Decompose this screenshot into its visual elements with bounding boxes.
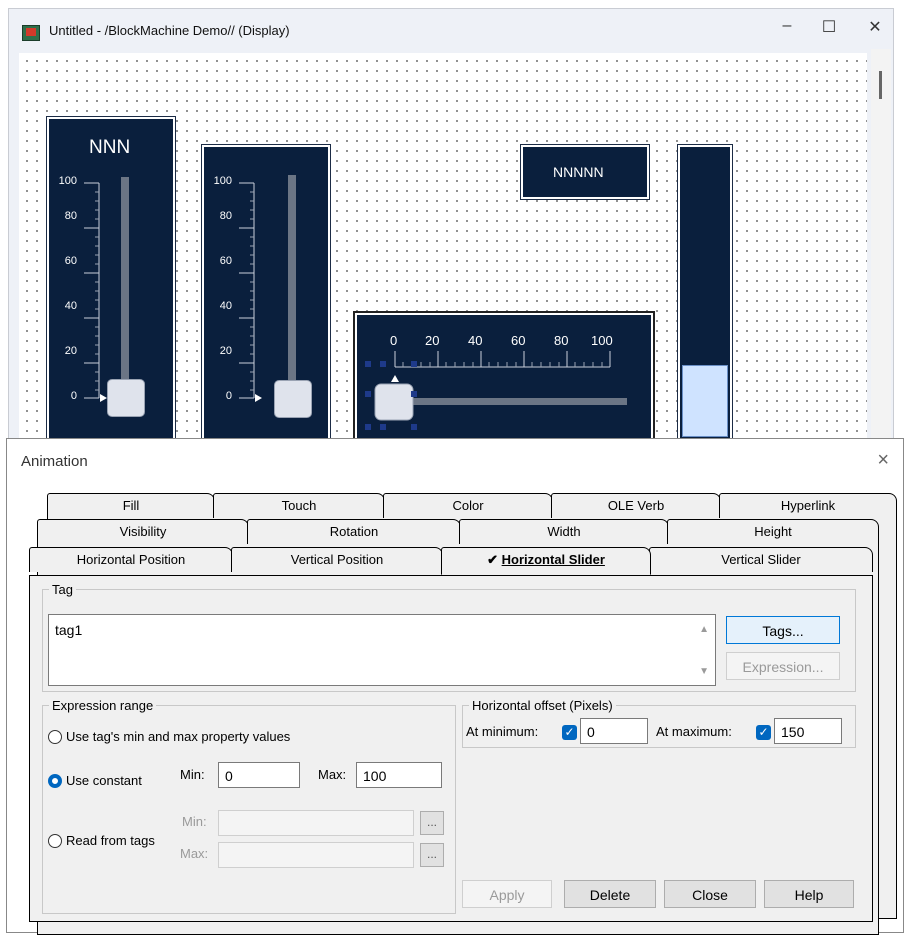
expression-button[interactable]: Expression... [726, 652, 840, 680]
tags-button[interactable]: Tags... [726, 616, 840, 644]
tick-label: 20 [219, 345, 232, 357]
app-icon [22, 25, 40, 41]
at-minimum-label: At minimum: [466, 724, 539, 739]
tick-label: 80 [64, 210, 77, 222]
at-minimum-checkbox[interactable]: ✓ [562, 725, 577, 740]
vertical-slider-2[interactable]: 100 80 60 40 20 0 [201, 144, 331, 444]
dialog-title: Animation [21, 453, 88, 470]
window-title-bar: Untitled - /BlockMachine Demo// (Display… [9, 9, 893, 43]
tags-min-label: Min: [182, 814, 207, 829]
tab-vertical-position[interactable]: Vertical Position [231, 547, 443, 572]
slider-1-track [121, 177, 129, 403]
horizontal-slider[interactable]: 0 20 40 60 80 100 [353, 311, 655, 445]
tick-label: 40 [219, 300, 232, 312]
numeric-display[interactable]: NNNNN [520, 144, 650, 200]
tab-height[interactable]: Height [667, 519, 879, 544]
selected-check-icon: ✔ [487, 552, 498, 567]
display-window: Untitled - /BlockMachine Demo// (Display… [8, 8, 894, 445]
radio-read-from-tags[interactable] [48, 834, 62, 848]
tab-rotation[interactable]: Rotation [247, 519, 461, 544]
constant-min-input[interactable]: 0 [218, 762, 300, 788]
tick-label: 100 [58, 175, 77, 187]
slider-1-label: NNN [89, 137, 131, 158]
tick-label: 60 [64, 255, 77, 267]
tick-label: 0 [225, 390, 232, 402]
tick-label: 20 [64, 345, 77, 357]
window-title: Untitled - /BlockMachine Demo// (Display… [49, 23, 290, 38]
radio-use-property-values[interactable] [48, 730, 62, 744]
at-maximum-checkbox[interactable]: ✓ [756, 725, 771, 740]
tick-label: 40 [64, 300, 77, 312]
expression-range-legend: Expression range [52, 698, 154, 713]
tag-expression-input[interactable]: tag1 ▲ ▼ [48, 614, 716, 686]
constant-max-input[interactable]: 100 [356, 762, 442, 788]
bar-graph-fill [682, 365, 728, 437]
at-minimum-input[interactable]: 0 [580, 718, 648, 744]
dialog-close-button[interactable]: × [877, 449, 889, 472]
delete-button[interactable]: Delete [564, 880, 656, 908]
tab-horizontal-slider-label: Horizontal Slider [501, 552, 605, 567]
slider-2-scale [239, 182, 262, 402]
tags-min-browse-button[interactable]: ... [420, 811, 444, 835]
horizontal-slider-scale [365, 351, 627, 430]
use-constant-label: Use constant [66, 773, 142, 788]
scroll-up-icon[interactable]: ▲ [699, 619, 709, 641]
tick-label: 0 [70, 390, 77, 402]
tab-horizontal-position[interactable]: Horizontal Position [29, 547, 233, 572]
constant-max-label: Max: [318, 767, 347, 782]
close-button[interactable]: Close [664, 880, 756, 908]
tab-hyperlink[interactable]: Hyperlink [719, 493, 897, 518]
vertical-scrollbar[interactable] [871, 49, 891, 439]
tick-label: 100 [213, 175, 232, 187]
tab-horizontal-slider[interactable]: ✔ Horizontal Slider [441, 547, 651, 575]
apply-button[interactable]: Apply [462, 880, 552, 908]
constant-min-label: Min: [180, 767, 205, 782]
slider-1-thumb[interactable] [107, 379, 145, 417]
minimize-button[interactable]: – [773, 17, 801, 35]
bar-graph[interactable] [677, 144, 733, 442]
at-maximum-input[interactable]: 150 [774, 718, 842, 744]
tab-ole-verb[interactable]: OLE Verb [551, 493, 721, 518]
tab-touch[interactable]: Touch [213, 493, 385, 518]
read-from-tags-label: Read from tags [66, 833, 155, 848]
display-canvas[interactable]: NNN 100 80 60 40 20 0 100 80 60 40 20 0 … [19, 53, 867, 445]
tags-max-input[interactable] [218, 842, 414, 868]
tab-width[interactable]: Width [459, 519, 669, 544]
maximize-button[interactable]: ☐ [815, 17, 843, 37]
tab-visibility[interactable]: Visibility [37, 519, 249, 544]
tab-vertical-slider[interactable]: Vertical Slider [649, 547, 873, 572]
scrollbar-thumb[interactable] [879, 71, 882, 99]
tick-label: 80 [219, 210, 232, 222]
tags-max-browse-button[interactable]: ... [420, 843, 444, 867]
at-maximum-label: At maximum: [656, 724, 732, 739]
slider-2-track [288, 175, 296, 401]
vertical-slider-1[interactable]: NNN 100 80 60 40 20 0 [46, 116, 176, 444]
tags-max-label: Max: [180, 846, 209, 861]
horizontal-offset-legend: Horizontal offset (Pixels) [472, 698, 613, 713]
use-property-values-label: Use tag's min and max property values [66, 729, 291, 744]
scroll-down-icon[interactable]: ▼ [699, 661, 709, 683]
numeric-display-text: NNNNN [553, 164, 604, 180]
tab-color[interactable]: Color [383, 493, 553, 518]
help-button[interactable]: Help [764, 880, 854, 908]
tags-min-input[interactable] [218, 810, 414, 836]
slider-2-thumb[interactable] [274, 380, 312, 418]
animation-dialog: Animation × Fill Touch Color OLE Verb Hy… [6, 438, 904, 935]
close-window-button[interactable]: ✕ [861, 17, 889, 37]
tab-fill[interactable]: Fill [47, 493, 215, 518]
tick-label: 60 [219, 255, 232, 267]
radio-use-constant[interactable] [48, 774, 62, 788]
tag-legend: Tag [52, 582, 73, 597]
horizontal-slider-page: Tag tag1 ▲ ▼ Tags... Expression... Expre… [29, 575, 873, 922]
tag-expression-value: tag1 [55, 622, 83, 638]
